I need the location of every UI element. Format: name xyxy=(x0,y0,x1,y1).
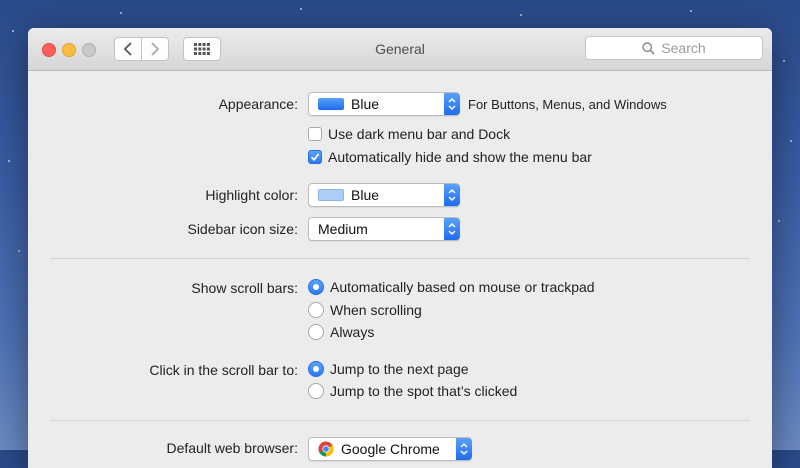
dark-menu-label: Use dark menu bar and Dock xyxy=(328,126,511,142)
click-scroll-radio-spot[interactable] xyxy=(308,383,324,399)
scroll-bars-option-scrolling[interactable]: When scrolling xyxy=(308,302,422,318)
preferences-window: General Search Appearance: Blue For Butt… xyxy=(28,28,772,468)
click-scroll-radio-next-page[interactable] xyxy=(308,361,324,377)
up-down-chevron-icon xyxy=(448,222,456,236)
dark-menu-checkbox-row[interactable]: Use dark menu bar and Dock xyxy=(308,126,510,142)
scroll-bars-option-label: Automatically based on mouse or trackpad xyxy=(330,279,595,295)
up-down-chevron-icon xyxy=(460,442,468,456)
scroll-bars-option-always[interactable]: Always xyxy=(308,324,374,340)
scroll-bars-option-label: Always xyxy=(330,324,375,340)
appearance-note: For Buttons, Menus, and Windows xyxy=(468,97,667,112)
autohide-menu-checkbox-row[interactable]: Automatically hide and show the menu bar xyxy=(308,149,592,165)
highlight-color-value: Blue xyxy=(351,187,380,203)
popup-stepper xyxy=(444,93,460,115)
appearance-label: Appearance: xyxy=(218,96,298,112)
click-scroll-label: Click in the scroll bar to: xyxy=(149,362,298,378)
default-browser-value: Google Chrome xyxy=(341,441,440,457)
section-divider xyxy=(50,258,750,259)
titlebar: General Search xyxy=(28,28,772,71)
default-browser-label: Default web browser: xyxy=(166,440,298,456)
popup-stepper xyxy=(444,184,460,206)
chrome-icon xyxy=(318,441,334,457)
up-down-chevron-icon xyxy=(448,188,456,202)
up-down-chevron-icon xyxy=(448,97,456,111)
scroll-bars-option-auto[interactable]: Automatically based on mouse or trackpad xyxy=(308,279,595,295)
sidebar-icon-size-popup[interactable]: Medium xyxy=(308,217,460,241)
autohide-menu-checkbox[interactable] xyxy=(308,150,322,164)
sidebar-icon-size-value: Medium xyxy=(318,221,368,237)
section-divider xyxy=(50,420,750,421)
click-scroll-option-spot[interactable]: Jump to the spot that’s clicked xyxy=(308,383,517,399)
appearance-value: Blue xyxy=(351,96,380,112)
sidebar-icon-size-label: Sidebar icon size: xyxy=(187,221,298,237)
appearance-swatch xyxy=(318,98,344,110)
popup-stepper xyxy=(444,218,460,240)
click-scroll-option-next-page[interactable]: Jump to the next page xyxy=(308,361,469,377)
scroll-bars-radio-always[interactable] xyxy=(308,324,324,340)
scroll-bars-radio-scrolling[interactable] xyxy=(308,302,324,318)
scroll-bars-radio-auto[interactable] xyxy=(308,279,324,295)
checkmark-icon xyxy=(310,153,320,162)
search-field[interactable]: Search xyxy=(585,36,763,60)
highlight-color-popup[interactable]: Blue xyxy=(308,183,460,207)
click-scroll-option-label: Jump to the spot that’s clicked xyxy=(330,383,518,399)
search-placeholder: Search xyxy=(661,40,706,56)
highlight-color-label: Highlight color: xyxy=(205,187,298,203)
dark-menu-checkbox[interactable] xyxy=(308,127,322,141)
popup-stepper xyxy=(456,438,472,460)
scroll-bars-label: Show scroll bars: xyxy=(191,280,298,296)
appearance-popup[interactable]: Blue xyxy=(308,92,460,116)
preferences-content: Appearance: Blue For Buttons, Menus, and… xyxy=(28,71,772,468)
default-browser-popup[interactable]: Google Chrome xyxy=(308,437,472,461)
click-scroll-option-label: Jump to the next page xyxy=(330,361,469,377)
search-icon xyxy=(642,41,655,55)
highlight-swatch xyxy=(318,189,344,201)
scroll-bars-option-label: When scrolling xyxy=(330,302,422,318)
autohide-menu-label: Automatically hide and show the menu bar xyxy=(328,149,592,165)
